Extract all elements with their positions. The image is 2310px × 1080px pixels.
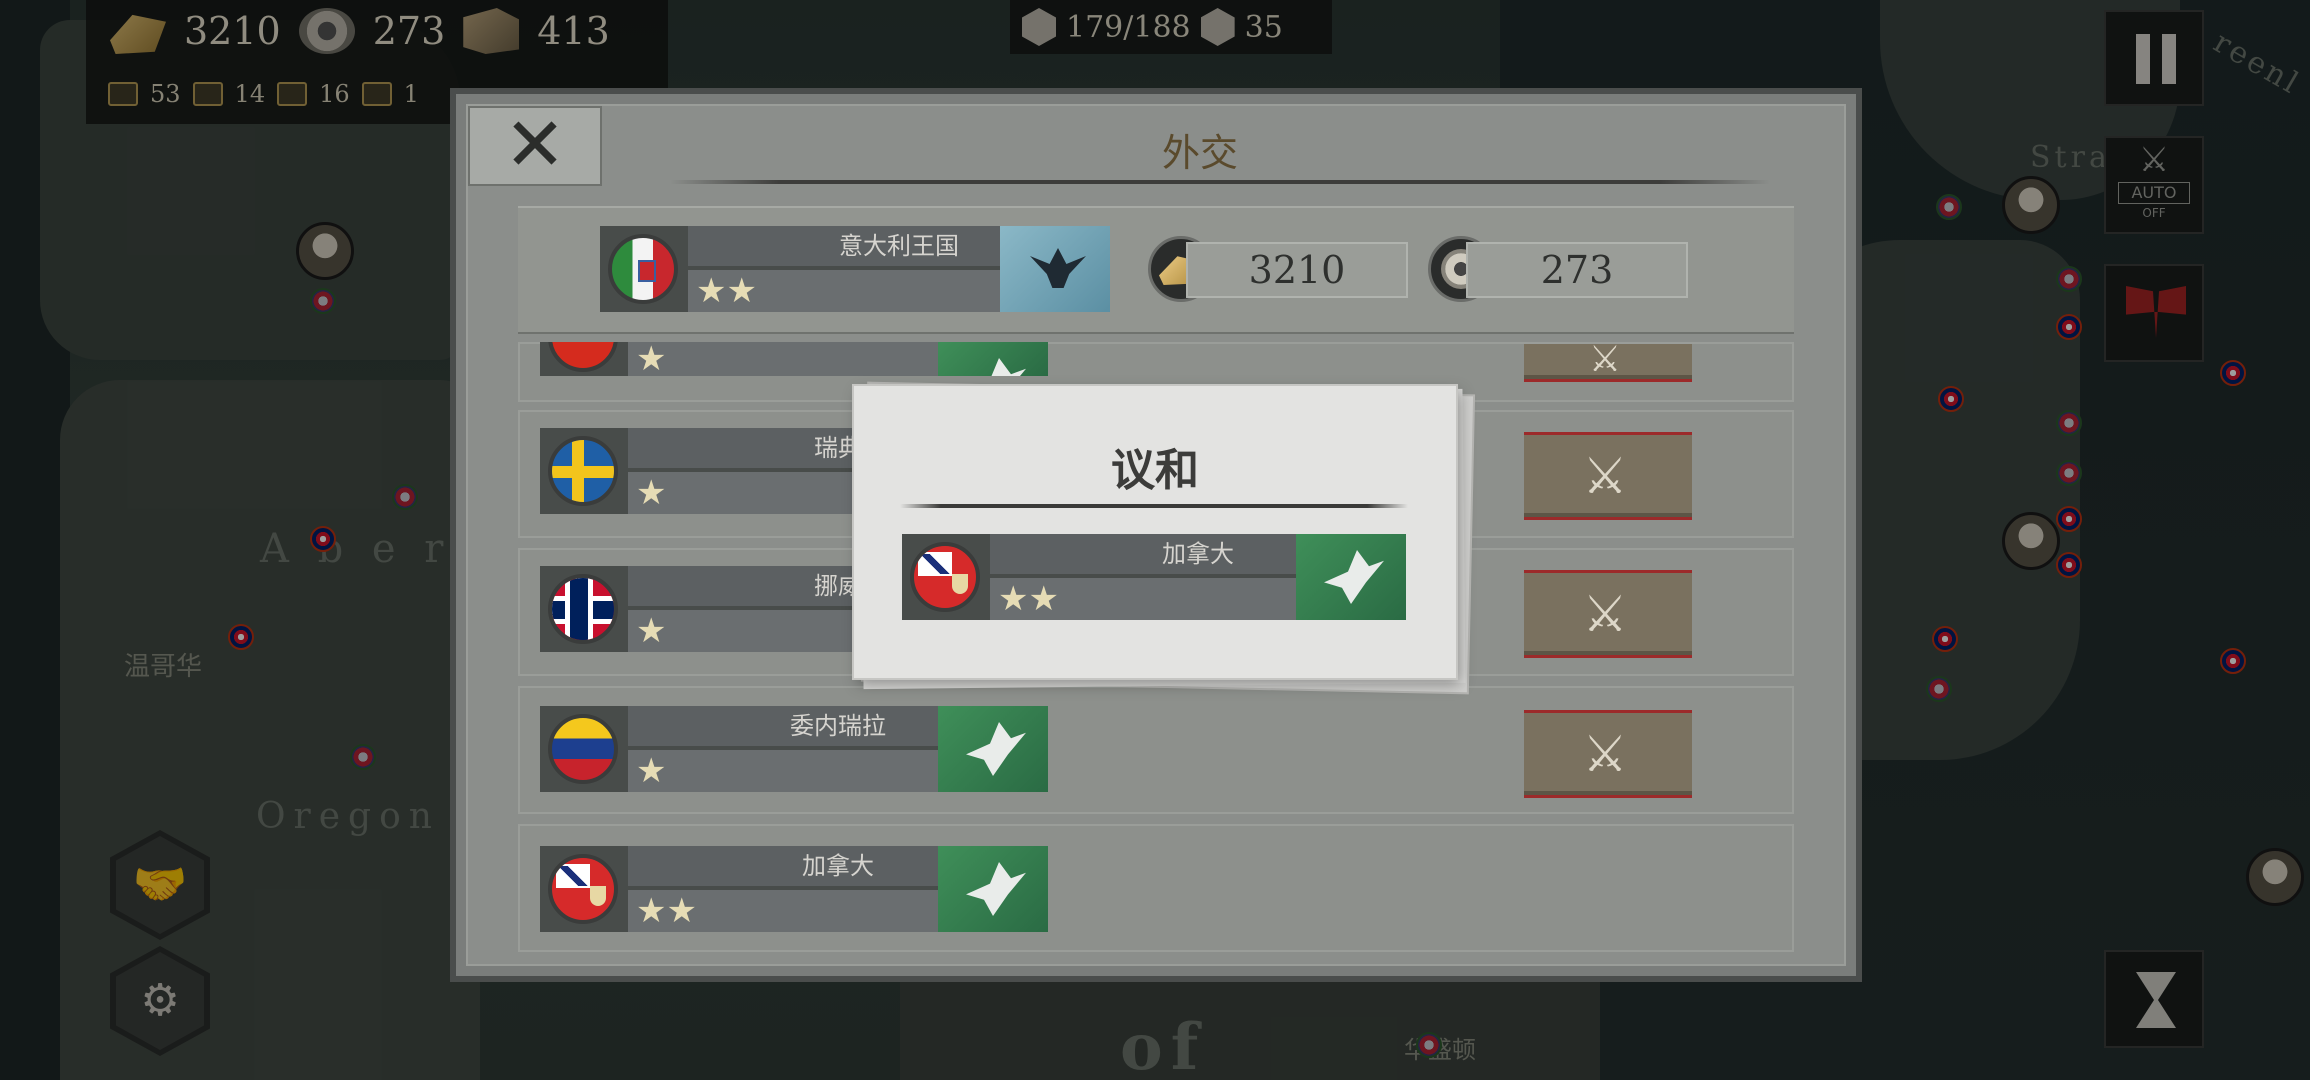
peace-nation-banner[interactable]: 加拿大 ★★ xyxy=(902,534,1406,620)
italy-flag-icon xyxy=(608,234,678,304)
nation-banner: 委内瑞拉 ★ xyxy=(540,706,1048,792)
dove-emblem-icon xyxy=(938,342,1048,376)
norway-flag-icon xyxy=(548,574,618,644)
player-manpower-value: 273 xyxy=(1466,242,1688,298)
peace-popup-divider xyxy=(900,504,1408,508)
venezuela-flag-icon xyxy=(548,714,618,784)
canada-flag-icon xyxy=(548,854,618,924)
declare-war-button[interactable]: ⚔ xyxy=(1524,710,1692,798)
switzerland-flag-icon xyxy=(548,342,618,372)
declare-war-button[interactable]: ⚔ xyxy=(1524,570,1692,658)
peace-popup: 议和 加拿大 ★★ xyxy=(854,386,1456,678)
declare-war-button[interactable]: ⚔ xyxy=(1524,339,1692,382)
title-divider xyxy=(670,180,1770,184)
close-button[interactable]: ✕ xyxy=(468,106,602,186)
peace-popup-title: 议和 xyxy=(1111,445,1199,496)
close-icon: ✕ xyxy=(503,102,566,188)
dove-emblem-icon xyxy=(938,846,1048,932)
dove-emblem-icon xyxy=(938,706,1048,792)
crossed-swords-icon: ⚔ xyxy=(1582,725,1628,783)
eagle-emblem-icon xyxy=(1000,226,1110,312)
crossed-swords-icon: ⚔ xyxy=(1588,339,1622,380)
sweden-flag-icon xyxy=(548,436,618,506)
crossed-swords-icon: ⚔ xyxy=(1582,585,1628,643)
dove-emblem-icon xyxy=(1296,534,1406,620)
declare-war-button[interactable]: ⚔ xyxy=(1524,432,1692,520)
crossed-swords-icon: ⚔ xyxy=(1582,447,1628,505)
panel-title: 外交 xyxy=(1161,131,1238,175)
canada-flag-icon xyxy=(910,542,980,612)
nation-banner: 加拿大 ★★ xyxy=(540,846,1048,932)
player-gold-value: 3210 xyxy=(1186,242,1408,298)
nation-banner: ★ xyxy=(540,342,1048,376)
player-nation-banner: 意大利王国 ★★ xyxy=(600,226,1110,312)
